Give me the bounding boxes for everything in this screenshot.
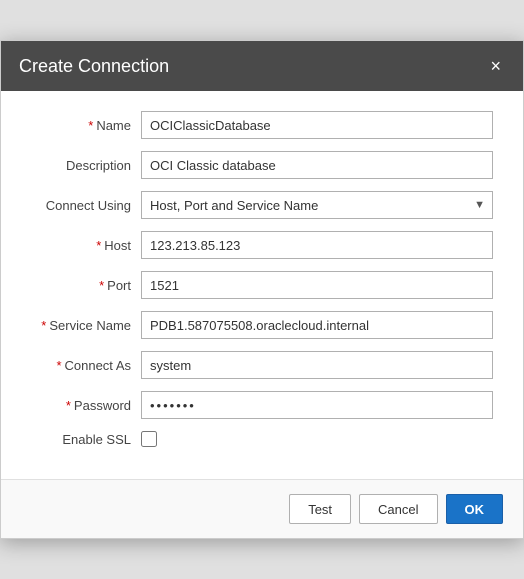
port-input[interactable] bbox=[141, 271, 493, 299]
name-required-star: * bbox=[88, 118, 93, 133]
enable-ssl-label: Enable SSL bbox=[31, 432, 141, 447]
password-required-star: * bbox=[66, 398, 71, 413]
test-button[interactable]: Test bbox=[289, 494, 351, 524]
dialog-header: Create Connection × bbox=[1, 41, 523, 91]
connect-as-label: *Connect As bbox=[31, 358, 141, 373]
service-name-label: *Service Name bbox=[31, 318, 141, 333]
connect-as-row: *Connect As bbox=[31, 351, 493, 379]
connect-using-select[interactable]: Host, Port and Service Name TNS JDBC URL bbox=[141, 191, 493, 219]
close-button[interactable]: × bbox=[486, 55, 505, 77]
dialog-footer: Test Cancel OK bbox=[1, 479, 523, 538]
description-row: Description bbox=[31, 151, 493, 179]
port-label: *Port bbox=[31, 278, 141, 293]
create-connection-dialog: Create Connection × *Name Description Co… bbox=[0, 40, 524, 539]
connect-using-select-wrapper: Host, Port and Service Name TNS JDBC URL… bbox=[141, 191, 493, 219]
enable-ssl-row: Enable SSL bbox=[31, 431, 493, 447]
service-name-input[interactable] bbox=[141, 311, 493, 339]
cancel-button[interactable]: Cancel bbox=[359, 494, 437, 524]
dialog-title: Create Connection bbox=[19, 56, 169, 77]
name-row: *Name bbox=[31, 111, 493, 139]
enable-ssl-checkbox[interactable] bbox=[141, 431, 157, 447]
host-row: *Host bbox=[31, 231, 493, 259]
host-input[interactable] bbox=[141, 231, 493, 259]
password-input[interactable] bbox=[141, 391, 493, 419]
port-required-star: * bbox=[99, 278, 104, 293]
port-row: *Port bbox=[31, 271, 493, 299]
password-row: *Password bbox=[31, 391, 493, 419]
dialog-body: *Name Description Connect Using Host, Po… bbox=[1, 91, 523, 479]
service-name-row: *Service Name bbox=[31, 311, 493, 339]
description-label: Description bbox=[31, 158, 141, 173]
connect-using-label: Connect Using bbox=[31, 198, 141, 213]
service-name-required-star: * bbox=[41, 318, 46, 333]
connect-as-input[interactable] bbox=[141, 351, 493, 379]
description-input[interactable] bbox=[141, 151, 493, 179]
connect-as-required-star: * bbox=[56, 358, 61, 373]
enable-ssl-checkbox-wrapper bbox=[141, 431, 157, 447]
name-input[interactable] bbox=[141, 111, 493, 139]
ok-button[interactable]: OK bbox=[446, 494, 504, 524]
connect-using-row: Connect Using Host, Port and Service Nam… bbox=[31, 191, 493, 219]
name-label: *Name bbox=[31, 118, 141, 133]
host-required-star: * bbox=[96, 238, 101, 253]
host-label: *Host bbox=[31, 238, 141, 253]
password-label: *Password bbox=[31, 398, 141, 413]
